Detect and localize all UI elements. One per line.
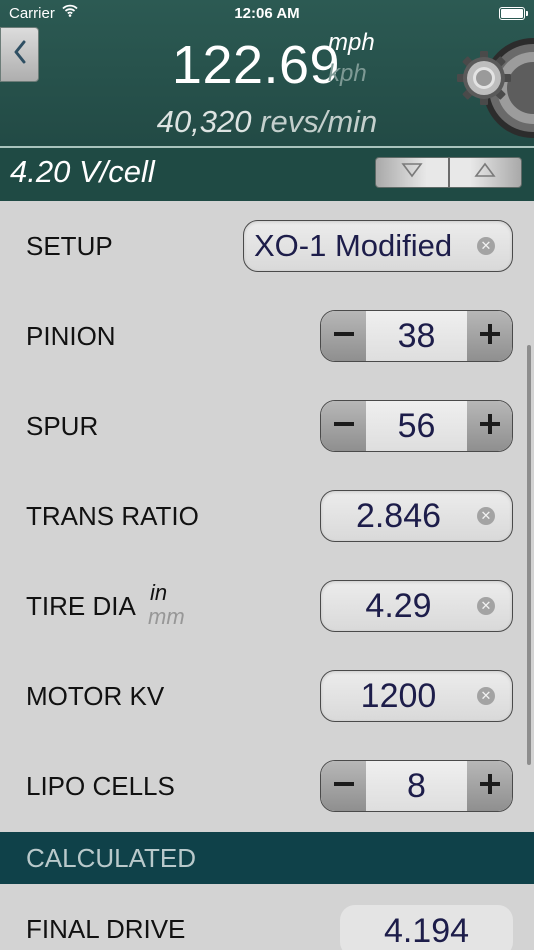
- lipo-cells-label: LIPO CELLS: [26, 771, 175, 801]
- calculated-header-label: CALCULATED: [26, 843, 197, 873]
- lipo-cells-increment-button[interactable]: [467, 761, 512, 811]
- triangle-down-icon: [401, 162, 423, 183]
- motor-kv-field[interactable]: 1200 ✕: [320, 670, 513, 722]
- speed-unit-kph-toggle[interactable]: kph: [328, 60, 367, 88]
- minus-icon: [332, 412, 356, 441]
- lipo-cells-decrement-button[interactable]: [321, 761, 366, 811]
- minus-icon: [332, 772, 356, 801]
- calculated-section-header: CALCULATED: [0, 832, 534, 884]
- voltage-down-button[interactable]: [376, 158, 448, 187]
- tire-unit-in[interactable]: in: [150, 580, 185, 606]
- pinion-stepper[interactable]: 38: [320, 310, 513, 362]
- tire-dia-row: TIRE DIA in mm 4.29 ✕: [0, 561, 534, 651]
- header-panel: Carrier 12:06 AM 122.69 mph kph 40,320 r…: [0, 0, 534, 146]
- scroll-indicator[interactable]: [527, 345, 531, 765]
- trans-ratio-row: TRANS RATIO 2.846 ✕: [0, 471, 534, 561]
- setup-field[interactable]: XO-1 Modified ✕: [243, 220, 513, 272]
- pinion-increment-button[interactable]: [467, 311, 512, 361]
- final-drive-value: 4.194: [383, 912, 470, 950]
- status-time: 12:06 AM: [234, 5, 300, 22]
- pinion-label: PINION: [26, 321, 116, 351]
- clear-icon[interactable]: ✕: [477, 687, 495, 705]
- voltage-stepper[interactable]: [375, 157, 522, 188]
- spur-increment-button[interactable]: [467, 401, 512, 451]
- pinion-decrement-button[interactable]: [321, 311, 366, 361]
- trans-ratio-label: TRANS RATIO: [26, 501, 199, 531]
- lipo-cells-row: LIPO CELLS 8: [0, 741, 534, 831]
- spur-row: SPUR 56: [0, 381, 534, 471]
- spur-stepper[interactable]: 56: [320, 400, 513, 452]
- revs-unit: revs/min: [260, 104, 378, 139]
- clear-icon[interactable]: ✕: [477, 237, 495, 255]
- speed-value: 122.69: [171, 35, 341, 95]
- clear-icon[interactable]: ✕: [477, 507, 495, 525]
- voltage-up-button[interactable]: [450, 158, 522, 187]
- pinion-value: 38: [366, 311, 467, 361]
- lipo-cells-stepper[interactable]: 8: [320, 760, 513, 812]
- trans-ratio-value: 2.846: [355, 497, 442, 535]
- final-drive-row: FINAL DRIVE 4.194: [0, 884, 534, 950]
- tire-dia-field[interactable]: 4.29 ✕: [320, 580, 513, 632]
- voltage-bar: 4.20 V/cell: [0, 146, 534, 201]
- motor-kv-label: MOTOR KV: [26, 681, 165, 711]
- tire-dia-value: 4.29: [365, 587, 432, 625]
- spur-decrement-button[interactable]: [321, 401, 366, 451]
- voltage-readout: 4.20 V/cell: [10, 154, 155, 189]
- spur-value: 56: [366, 401, 467, 451]
- trans-ratio-field[interactable]: 2.846 ✕: [320, 490, 513, 542]
- pinion-row: PINION 38: [0, 291, 534, 381]
- setup-row: SETUP XO-1 Modified ✕: [0, 201, 534, 291]
- plus-icon: [478, 322, 502, 351]
- final-drive-label: FINAL DRIVE: [26, 914, 186, 944]
- spur-label: SPUR: [26, 411, 99, 441]
- lipo-cells-value: 8: [366, 761, 467, 811]
- revs-readout: 40,320 revs/min: [0, 104, 534, 140]
- setup-value: XO-1 Modified: [254, 228, 453, 263]
- gear-icon[interactable]: [455, 36, 534, 140]
- motor-kv-row: MOTOR KV 1200 ✕: [0, 651, 534, 741]
- status-bar: Carrier 12:06 AM: [0, 0, 534, 28]
- speed-unit-mph-toggle[interactable]: mph: [328, 29, 375, 57]
- final-drive-readout: 4.194: [340, 905, 513, 950]
- triangle-up-icon: [474, 162, 496, 183]
- tire-unit-toggle[interactable]: in mm: [148, 580, 185, 630]
- plus-icon: [478, 412, 502, 441]
- tire-unit-mm[interactable]: mm: [148, 604, 185, 630]
- tire-dia-label: TIRE DIA: [26, 591, 136, 621]
- motor-kv-value: 1200: [360, 677, 437, 715]
- clear-icon[interactable]: ✕: [477, 597, 495, 615]
- minus-icon: [332, 322, 356, 351]
- battery-icon: [499, 7, 528, 20]
- setup-label: SETUP: [26, 231, 113, 261]
- revs-value: 40,320: [156, 104, 252, 139]
- plus-icon: [478, 772, 502, 801]
